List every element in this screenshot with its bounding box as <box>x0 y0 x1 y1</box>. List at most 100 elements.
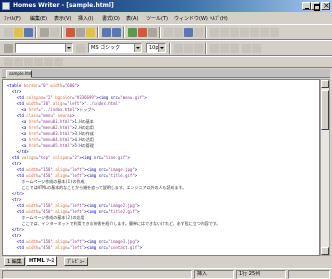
paragraph-icon[interactable] <box>4 44 13 53</box>
scroll-up-button[interactable] <box>321 80 329 88</box>
align-left-icon[interactable] <box>210 44 219 53</box>
code-line[interactable]: <tr> <box>7 197 22 202</box>
tag-div-icon[interactable] <box>54 58 63 66</box>
tag-p-icon[interactable] <box>14 58 23 66</box>
menu-insert[interactable]: 挿入(I) <box>78 15 93 22</box>
spellcheck-icon[interactable] <box>194 28 203 37</box>
paste-icon[interactable] <box>86 28 95 37</box>
close-button[interactable] <box>321 1 330 10</box>
code-line[interactable]: <tr> <box>7 233 22 238</box>
copy-icon[interactable] <box>76 28 85 37</box>
style-select[interactable] <box>15 43 73 53</box>
code-line[interactable]: <td colspan="2" bgcolor="#336699"><img s… <box>7 95 147 100</box>
code-line[interactable]: <td valign="top" colspan="2"><img src="l… <box>7 155 130 160</box>
script-icon[interactable] <box>250 28 259 37</box>
new-file-icon[interactable] <box>4 28 13 37</box>
ftp-upload-icon[interactable] <box>260 28 269 37</box>
code-line[interactable]: <td width="30" align="left">"../index.ht… <box>7 101 121 106</box>
code-line[interactable]: <td width="150" align="left"><img src="i… <box>7 167 138 172</box>
code-line[interactable]: <td width="150" align="left"><img src="i… <box>7 239 140 244</box>
align-right-icon[interactable] <box>230 44 239 53</box>
align-center-icon[interactable] <box>220 44 229 53</box>
frame-icon[interactable] <box>220 28 229 37</box>
style-icon[interactable] <box>240 28 249 37</box>
tag-hr-icon[interactable] <box>34 58 43 66</box>
menu-help[interactable]: ﾍﾙﾌﾟ(H) <box>210 15 228 22</box>
chevron-down-icon[interactable] <box>158 44 165 52</box>
status-position: 1行 25列 <box>236 270 286 279</box>
background-color-icon[interactable] <box>252 44 261 53</box>
code-line[interactable]: </tr> <box>7 191 24 196</box>
code-line[interactable]: <table border="0" width="600"> <box>7 83 79 88</box>
find-icon[interactable] <box>164 28 173 37</box>
chevron-down-icon[interactable] <box>134 44 141 52</box>
minimize-button[interactable] <box>302 2 311 10</box>
bold-icon[interactable] <box>174 44 183 53</box>
settings-icon[interactable] <box>270 28 279 37</box>
link-icon[interactable] <box>128 28 137 37</box>
image-icon[interactable] <box>138 28 147 37</box>
form-icon[interactable] <box>210 28 219 37</box>
code-line[interactable]: <td width="450" align="left"><img src="t… <box>7 209 140 214</box>
code-line[interactable]: <a href="menu04.html">4.Hの活用 <box>7 137 93 142</box>
print-icon[interactable] <box>40 28 49 37</box>
tag-toolbar <box>0 56 332 68</box>
tag-br-icon[interactable] <box>24 58 33 66</box>
redo-icon[interactable] <box>112 28 121 37</box>
menu-tools[interactable]: ツール(T) <box>146 15 168 22</box>
text-color-icon[interactable] <box>242 44 251 53</box>
menu-window[interactable]: ウィンドウ(W) <box>174 15 208 22</box>
menu-table[interactable]: 表(A) <box>126 15 138 22</box>
cut-icon[interactable] <box>66 28 75 37</box>
toolbar-separator <box>205 43 207 54</box>
menu-view[interactable]: 表示(V) <box>54 15 71 22</box>
code-line[interactable]: ここではHTMLの基本的なことから順を追って説明します。エンジニア以外の人も読め… <box>7 185 186 190</box>
chevron-down-icon[interactable] <box>65 44 72 52</box>
font-family-select[interactable]: MS ゴシック <box>88 43 142 53</box>
code-line[interactable]: <a href="menu05.html">5.Hの管理 <box>7 143 93 148</box>
replace-icon[interactable] <box>174 28 183 37</box>
code-line[interactable]: <tr> <box>7 89 22 94</box>
code-line[interactable]: </tr> <box>7 227 24 232</box>
code-line[interactable]: <td width="450" align="left"><img src="c… <box>7 245 142 250</box>
font-size-select[interactable]: 10pt <box>146 43 166 53</box>
scroll-down-button[interactable] <box>321 247 329 255</box>
print-preview-icon[interactable] <box>50 28 59 37</box>
tab-preview[interactable]: ﾌﾟﾚﾋﾞｭｰ <box>64 257 88 266</box>
open-folder-icon[interactable] <box>14 28 23 37</box>
tag-list-icon[interactable] <box>44 58 53 66</box>
app-icon[interactable] <box>2 2 10 10</box>
code-line[interactable]: </td> <box>7 149 29 154</box>
browser-preview-icon[interactable] <box>184 28 193 37</box>
code-line[interactable]: <td width="150" align="left"><img src="i… <box>7 203 140 208</box>
table-icon[interactable] <box>148 28 157 37</box>
italic-icon[interactable] <box>184 44 193 53</box>
code-line[interactable]: ホームページ作成の基本(1)の作成 <box>7 179 84 184</box>
title-bar[interactable]: Homes Writer - [sample.html] <box>0 0 332 12</box>
code-line[interactable]: ここでは、インターネットで利用できる技術を紹介します。簡単にはできないけれど、必… <box>7 221 220 226</box>
code-line[interactable]: <a href="../index.html">トップへ <box>7 107 95 112</box>
code-line[interactable]: <td class="menu" nowrap> <box>7 113 75 118</box>
font-icon[interactable] <box>76 44 85 53</box>
code-line[interactable]: <a href="menu01.html">1.Hの基本 <box>7 119 93 124</box>
code-line[interactable]: <tr> <box>7 161 22 166</box>
source-editor[interactable]: <table border="0" width="600"> <tr> <td … <box>2 79 320 256</box>
underline-icon[interactable] <box>194 44 203 53</box>
menu-edit[interactable]: 編集(E) <box>30 15 47 22</box>
undo-icon[interactable] <box>102 28 111 37</box>
tab-html-source[interactable]: HTML ｿｰｽ <box>26 256 57 266</box>
tab-edit[interactable]: 1 編集 <box>4 257 25 266</box>
save-icon[interactable] <box>24 28 33 37</box>
scroll-thumb[interactable] <box>321 90 329 130</box>
layer-icon[interactable] <box>230 28 239 37</box>
code-line[interactable]: <a href="menu03.html">3.Hの作成 <box>7 131 93 136</box>
menu-format[interactable]: 書式(O) <box>102 15 120 22</box>
code-line[interactable]: <a href="menu02.html">2.Hの応用 <box>7 125 93 130</box>
maximize-button[interactable] <box>311 2 320 11</box>
vertical-scrollbar[interactable] <box>320 79 330 256</box>
code-line[interactable]: ホームページ作成の基本(2)の応用 <box>7 215 84 220</box>
menu-file[interactable]: ﾌｧｲﾙ(F) <box>4 15 21 22</box>
document-tab[interactable]: sample.html <box>6 70 32 78</box>
tag-h1-icon[interactable] <box>4 58 13 66</box>
code-line[interactable]: <td width="450" align="left"><img src="t… <box>7 173 138 178</box>
